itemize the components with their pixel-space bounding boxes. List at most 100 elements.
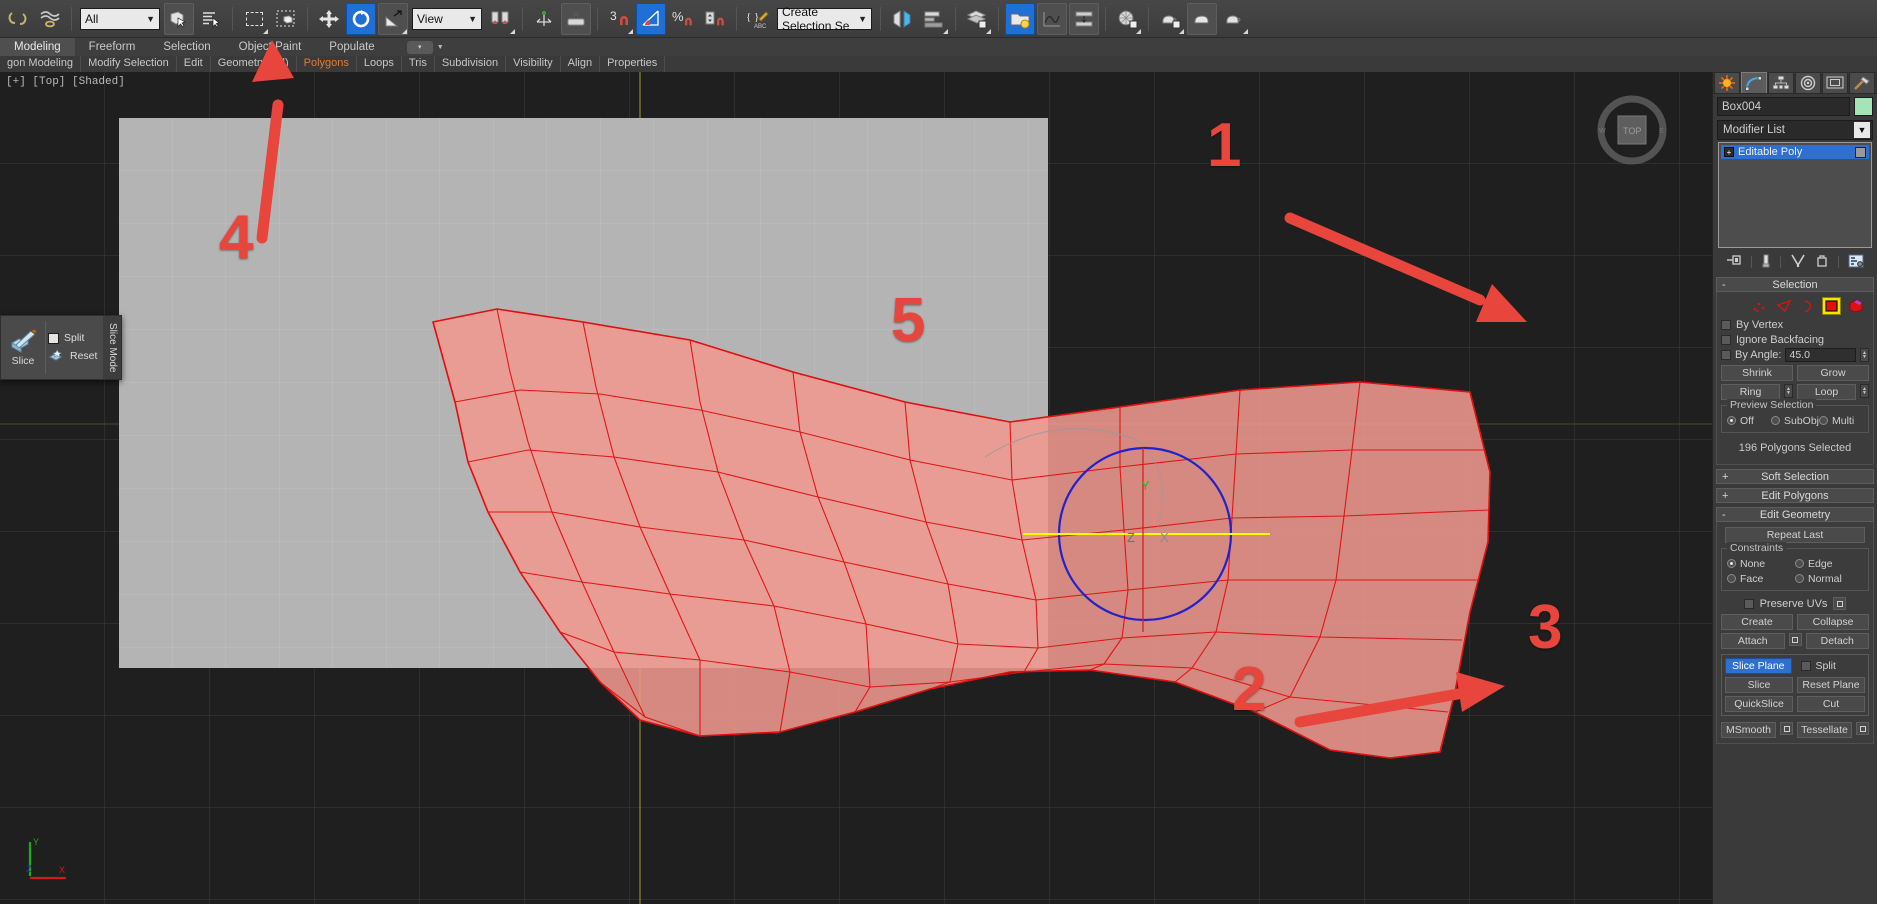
hierarchy-tab[interactable]	[1768, 72, 1794, 93]
vertex-icon[interactable]	[1750, 297, 1769, 315]
msmooth-settings-button[interactable]	[1780, 722, 1793, 735]
select-and-scale-icon[interactable]	[378, 3, 408, 35]
viewcube[interactable]: TOP W E	[1597, 95, 1667, 165]
expand-icon[interactable]: +	[1724, 147, 1734, 157]
use-center-flyout-icon[interactable]	[486, 3, 516, 35]
ribbon-tab-populate[interactable]: Populate	[315, 38, 388, 56]
split-checkbox[interactable]	[1801, 661, 1811, 671]
by-vertex-row[interactable]: By Vertex	[1721, 317, 1869, 332]
rectangular-select-region-icon[interactable]	[239, 3, 269, 35]
ribbon-panel-polygon-modeling[interactable]: gon Modeling	[0, 56, 81, 72]
ignore-backfacing-row[interactable]: Ignore Backfacing	[1721, 332, 1869, 347]
reference-coordinate-combo[interactable]: View ▼	[412, 8, 482, 30]
ribbon-tab-selection[interactable]: Selection	[149, 38, 224, 56]
edit-geometry-rollout-header[interactable]: - Edit Geometry	[1716, 507, 1874, 522]
object-color-swatch[interactable]	[1854, 97, 1873, 116]
create-button[interactable]: Create	[1721, 614, 1793, 630]
preview-multi-radio[interactable]: Multi	[1819, 413, 1863, 428]
quickslice-button[interactable]: QuickSlice	[1725, 696, 1793, 712]
element-icon[interactable]	[1846, 297, 1865, 315]
align-icon[interactable]	[919, 3, 949, 35]
msmooth-button[interactable]: MSmooth	[1721, 722, 1776, 738]
select-and-move-icon[interactable]	[314, 3, 344, 35]
object-name-field[interactable]: Box004	[1717, 97, 1850, 116]
slice-button[interactable]: Slice	[1725, 677, 1793, 693]
toggle-scene-explorer-icon[interactable]	[1005, 3, 1035, 35]
ribbon-panel-edit[interactable]: Edit	[177, 56, 211, 72]
by-angle-row[interactable]: By Angle: 45.0 ▲▼	[1721, 347, 1869, 362]
angle-snap-toggle-icon[interactable]	[636, 3, 666, 35]
show-end-result-toggle[interactable]	[1855, 147, 1866, 158]
by-vertex-checkbox[interactable]	[1721, 320, 1731, 330]
make-unique-icon[interactable]	[1790, 254, 1806, 270]
selection-filter-combo[interactable]: All ▼	[80, 8, 160, 30]
edit-named-selection-sets-icon[interactable]: { }ABC	[743, 3, 773, 35]
viewport-top[interactable]: [+] [Top] [Shaded]	[0, 72, 1712, 904]
use-transform-center-icon[interactable]	[529, 3, 559, 35]
ribbon-panel-visibility[interactable]: Visibility	[506, 56, 561, 72]
spinner-snap-toggle-icon[interactable]	[700, 3, 730, 35]
configure-modifier-sets-icon[interactable]	[1848, 254, 1864, 271]
collapse-button[interactable]: Collapse	[1797, 614, 1869, 630]
tessellate-button[interactable]: Tessellate	[1797, 722, 1852, 738]
modifier-list-dropdown[interactable]: Modifier List ▼	[1717, 120, 1873, 140]
chevron-down-icon[interactable]: ▼	[437, 44, 444, 51]
selection-rollout-header[interactable]: - Selection	[1716, 277, 1874, 292]
ribbon-panel-subdivision[interactable]: Subdivision	[435, 56, 506, 72]
show-end-result-icon[interactable]	[1761, 254, 1771, 271]
attach-settings-button[interactable]	[1789, 633, 1802, 646]
material-editor-icon[interactable]	[1112, 3, 1142, 35]
mesh-object[interactable]	[0, 72, 1712, 904]
undo-icon[interactable]	[3, 3, 33, 35]
motion-tab[interactable]	[1795, 72, 1821, 93]
by-angle-spinner[interactable]: ▲▼	[1860, 348, 1869, 362]
preview-off-radio[interactable]: Off	[1727, 413, 1771, 428]
pin-stack-icon[interactable]	[1726, 254, 1742, 270]
render-production-icon[interactable]	[1219, 3, 1249, 35]
edit-polygons-rollout-header[interactable]: + Edit Polygons	[1716, 488, 1874, 503]
ribbon-panel-modify-selection[interactable]: Modify Selection	[81, 56, 177, 72]
ignore-backfacing-checkbox[interactable]	[1721, 335, 1731, 345]
attach-button[interactable]: Attach	[1721, 633, 1785, 649]
named-selection-set-combo[interactable]: Create Selection Se ▼	[777, 8, 872, 30]
reset-plane-button[interactable]: Reset Plane	[1797, 677, 1865, 693]
render-setup-icon[interactable]	[1155, 3, 1185, 35]
caddy-mode-tab[interactable]: Slice Mode	[103, 316, 121, 379]
display-tab[interactable]	[1822, 72, 1848, 93]
caddy-reset-option[interactable]: Reset	[48, 349, 97, 363]
detach-button[interactable]: Detach	[1806, 633, 1870, 649]
remove-modifier-icon[interactable]	[1815, 254, 1829, 271]
layer-explorer-icon[interactable]	[962, 3, 992, 35]
redo-icon[interactable]	[35, 3, 65, 35]
schematic-view-icon[interactable]	[1069, 3, 1099, 35]
ring-spinner[interactable]: ▲▼	[1784, 384, 1793, 398]
loop-button[interactable]: Loop	[1797, 384, 1856, 400]
slice-caddy-panel[interactable]: Slice Split Reset Slice Mode	[0, 315, 122, 380]
percent-snap-toggle-icon[interactable]: %	[668, 3, 698, 35]
utilities-tab[interactable]	[1849, 72, 1875, 93]
by-angle-value[interactable]: 45.0	[1785, 348, 1856, 362]
split-checkbox[interactable]	[48, 333, 59, 344]
caddy-slice-button[interactable]: Slice	[1, 316, 45, 379]
ribbon-tab-object-paint[interactable]: Object Paint	[225, 38, 316, 56]
tessellate-settings-button[interactable]	[1856, 722, 1869, 735]
curve-editor-icon[interactable]	[1037, 3, 1067, 35]
snaps-toggle-icon[interactable]: 3	[604, 3, 634, 35]
preview-subobj-radio[interactable]: SubObj	[1771, 413, 1819, 428]
rendered-frame-window-icon[interactable]	[1187, 3, 1217, 35]
ribbon-panel-loops[interactable]: Loops	[357, 56, 402, 72]
select-object-icon[interactable]	[164, 3, 194, 35]
ring-button[interactable]: Ring	[1721, 384, 1780, 400]
ribbon-tab-freeform[interactable]: Freeform	[75, 38, 150, 56]
constraint-edge-radio[interactable]: Edge	[1795, 556, 1863, 571]
select-and-rotate-icon[interactable]	[346, 3, 376, 35]
ribbon-panel-align[interactable]: Align	[561, 56, 600, 72]
chevron-down-icon[interactable]: ▼	[1854, 122, 1870, 138]
preserve-uvs-checkbox[interactable]	[1744, 599, 1754, 609]
window-crossing-icon[interactable]	[271, 3, 301, 35]
cut-button[interactable]: Cut	[1797, 696, 1865, 712]
select-by-name-icon[interactable]	[196, 3, 226, 35]
modifier-stack-item-editable-poly[interactable]: + Editable Poly	[1721, 145, 1869, 159]
preserve-uvs-row[interactable]: Preserve UVs	[1721, 596, 1869, 611]
constraint-face-radio[interactable]: Face	[1727, 571, 1795, 586]
